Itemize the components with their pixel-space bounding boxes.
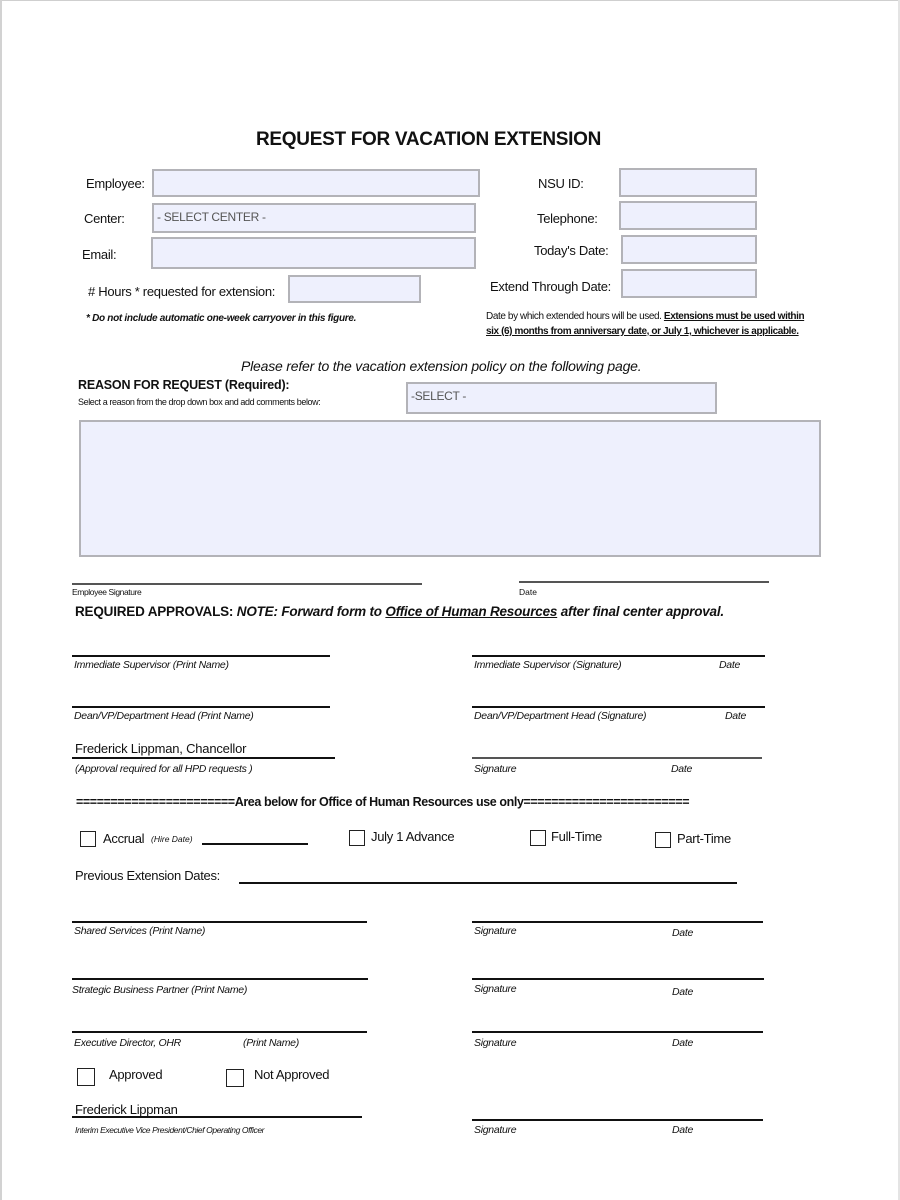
extend-note-plain: Date by which extended hours will be use… <box>486 311 664 322</box>
hours-note: * Do not include automatic one-week carr… <box>86 313 357 324</box>
chancellor-name: Frederick Lippman, Chancellor <box>75 741 247 756</box>
exec-director-caption: Executive Director, OHR <box>74 1037 181 1049</box>
evp-sig-line[interactable] <box>472 1119 763 1121</box>
full-time-checkbox[interactable] <box>530 830 546 846</box>
chancellor-sig-caption: Signature <box>474 763 517 775</box>
approvals-note-suffix: after final center approval. <box>557 604 724 619</box>
exec-director-print-caption: (Print Name) <box>243 1037 299 1049</box>
approvals-heading-label: REQUIRED APPROVALS: <box>75 604 234 619</box>
approved-checkbox[interactable] <box>77 1068 95 1086</box>
strategic-partner-sig-caption: Signature <box>474 983 517 995</box>
part-time-checkbox[interactable] <box>655 832 671 848</box>
chancellor-sig-line[interactable] <box>472 757 762 759</box>
approvals-heading: REQUIRED APPROVALS: NOTE: Forward form t… <box>75 604 724 619</box>
dean-print-line[interactable] <box>72 706 330 708</box>
july-advance-checkbox[interactable] <box>349 830 365 846</box>
telephone-field[interactable] <box>619 201 757 230</box>
chancellor-line <box>72 757 335 759</box>
employee-signature-line[interactable] <box>72 583 422 585</box>
previous-dates-label: Previous Extension Dates: <box>75 868 220 883</box>
strategic-partner-date-caption: Date <box>672 986 693 998</box>
policy-note: Please refer to the vacation extension p… <box>241 358 642 374</box>
shared-services-line[interactable] <box>72 921 367 923</box>
approvals-note-prefix: NOTE: Forward form to <box>236 604 386 619</box>
supervisor-sig-line[interactable] <box>472 655 765 657</box>
not-approved-label: Not Approved <box>254 1067 330 1082</box>
employee-field[interactable] <box>152 169 480 197</box>
hire-date-line[interactable] <box>202 843 308 845</box>
accrual-checkbox[interactable] <box>80 831 96 847</box>
employee-label: Employee: <box>86 176 145 191</box>
evp-name: Frederick Lippman <box>75 1102 178 1117</box>
page-edge <box>0 0 900 1</box>
chancellor-date-caption: Date <box>671 763 692 775</box>
reason-instructions: Select a reason from the drop down box a… <box>78 397 321 407</box>
comments-textarea[interactable] <box>79 420 821 557</box>
full-time-label: Full-Time <box>551 829 602 844</box>
shared-services-sig-line[interactable] <box>472 921 763 923</box>
evp-sig-caption: Signature <box>474 1124 517 1136</box>
evp-title: Interim Executive Vice President/Chief O… <box>75 1125 265 1135</box>
accrual-label: Accrual <box>103 831 145 846</box>
employee-signature-caption: Employee Signature <box>72 587 142 597</box>
hours-label: # Hours * requested for extension: <box>88 284 276 299</box>
page-edge <box>0 0 2 1200</box>
strategic-partner-line[interactable] <box>72 978 368 980</box>
exec-director-sig-caption: Signature <box>474 1037 517 1049</box>
employee-date-caption: Date <box>519 587 537 597</box>
previous-dates-line[interactable] <box>239 882 737 884</box>
extend-through-field[interactable] <box>621 269 757 298</box>
dean-sig-line[interactable] <box>472 706 765 708</box>
part-time-label: Part-Time <box>677 831 731 846</box>
email-label: Email: <box>82 247 117 262</box>
dean-date-caption: Date <box>725 710 746 722</box>
telephone-label: Telephone: <box>537 211 598 226</box>
reason-heading: REASON FOR REQUEST (Required): <box>78 378 290 392</box>
supervisor-sig-caption: Immediate Supervisor (Signature) <box>474 659 622 671</box>
strategic-partner-caption: Strategic Business Partner (Print Name) <box>72 984 248 996</box>
todays-date-field[interactable] <box>621 235 757 264</box>
accrual-hint: (Hire Date) <box>151 834 193 844</box>
strategic-partner-sig-line[interactable] <box>472 978 764 980</box>
extend-note: Date by which extended hours will be use… <box>486 309 816 339</box>
shared-services-date-caption: Date <box>672 927 693 939</box>
todays-date-label: Today's Date: <box>534 243 609 258</box>
hr-area-separator: =======================Area below for Of… <box>76 795 690 809</box>
shared-services-sig-caption: Signature <box>474 925 517 937</box>
nsu-id-field[interactable] <box>619 168 757 197</box>
email-field[interactable] <box>151 237 476 269</box>
extend-through-label: Extend Through Date: <box>490 279 611 294</box>
approved-label: Approved <box>109 1067 163 1082</box>
supervisor-print-caption: Immediate Supervisor (Print Name) <box>74 659 229 671</box>
reason-select[interactable]: -SELECT - <box>406 382 717 414</box>
dean-sig-caption: Dean/VP/Department Head (Signature) <box>474 710 647 722</box>
center-select[interactable]: - SELECT CENTER - <box>152 203 476 233</box>
evp-line <box>72 1116 362 1118</box>
nsu-id-label: NSU ID: <box>538 176 584 191</box>
center-label: Center: <box>84 211 125 226</box>
hr-office-link: Office of Human Resources <box>385 604 558 619</box>
supervisor-date-caption: Date <box>719 659 740 671</box>
shared-services-caption: Shared Services (Print Name) <box>74 925 206 937</box>
supervisor-print-line[interactable] <box>72 655 330 657</box>
not-approved-checkbox[interactable] <box>226 1069 244 1087</box>
employee-date-line[interactable] <box>519 581 769 583</box>
page-title: REQUEST FOR VACATION EXTENSION <box>256 129 601 150</box>
july-advance-label: July 1 Advance <box>371 829 455 844</box>
dean-print-caption: Dean/VP/Department Head (Print Name) <box>74 710 254 722</box>
hours-field[interactable] <box>288 275 421 303</box>
exec-director-line[interactable] <box>72 1031 367 1033</box>
chancellor-note: (Approval required for all HPD requests … <box>75 763 253 775</box>
exec-director-sig-line[interactable] <box>472 1031 763 1033</box>
exec-director-date-caption: Date <box>672 1037 693 1049</box>
evp-date-caption: Date <box>672 1124 693 1136</box>
